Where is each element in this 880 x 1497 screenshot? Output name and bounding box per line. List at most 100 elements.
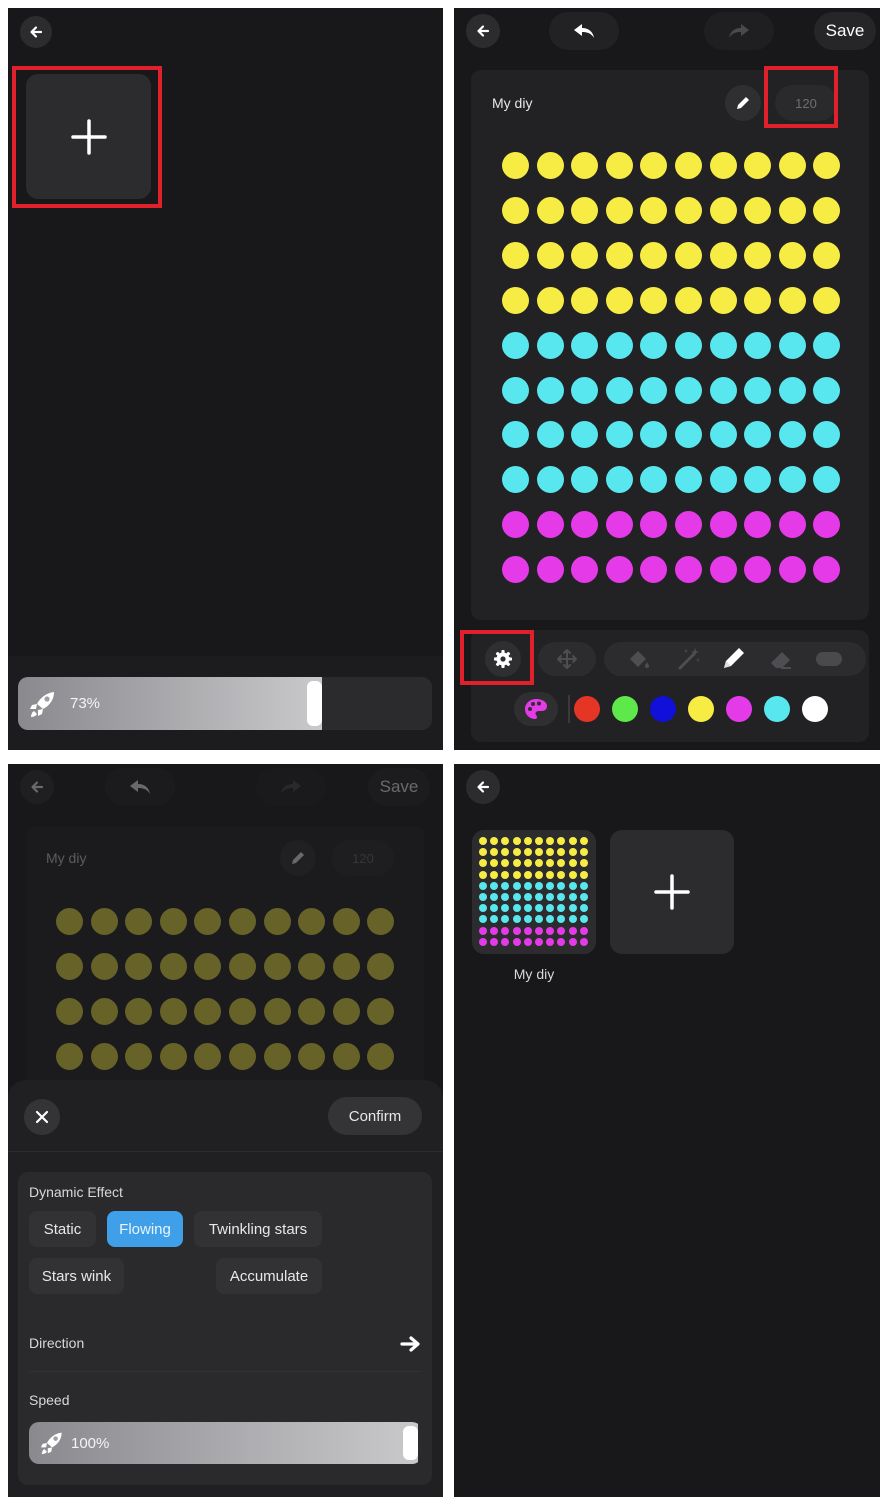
close-button[interactable] <box>24 1099 60 1135</box>
led-dot[interactable] <box>640 376 668 404</box>
paint-bucket-icon[interactable] <box>626 648 652 672</box>
speed-slider[interactable]: 73% <box>18 677 432 730</box>
led-dot[interactable] <box>605 466 633 494</box>
led-dot[interactable] <box>744 466 772 494</box>
led-dot[interactable] <box>778 152 806 179</box>
led-dot[interactable] <box>709 286 737 314</box>
led-dot[interactable] <box>675 331 702 359</box>
led-dot[interactable] <box>675 376 702 404</box>
led-dot[interactable] <box>709 466 737 494</box>
color-swatch[interactable] <box>650 696 676 722</box>
led-dot[interactable] <box>605 556 633 584</box>
led-dot[interactable] <box>571 196 599 224</box>
led-dot[interactable] <box>640 511 668 539</box>
led-dot[interactable] <box>571 376 599 404</box>
led-dot[interactable] <box>605 152 633 179</box>
confirm-button[interactable]: Confirm <box>328 1097 422 1135</box>
led-dot[interactable] <box>813 556 841 584</box>
led-dot[interactable] <box>778 286 806 314</box>
pencil-tool-icon[interactable] <box>720 644 748 672</box>
led-dot[interactable] <box>709 376 737 404</box>
color-swatch[interactable] <box>764 696 790 722</box>
led-dot[interactable] <box>744 511 772 539</box>
led-dot[interactable] <box>605 286 633 314</box>
led-dot[interactable] <box>778 241 806 269</box>
palette-button[interactable] <box>514 692 558 726</box>
led-dot[interactable] <box>640 466 668 494</box>
led-dot[interactable] <box>502 331 529 359</box>
back-button[interactable] <box>20 16 52 48</box>
led-dot[interactable] <box>502 152 529 179</box>
led-dot[interactable] <box>778 376 806 404</box>
add-pattern-tile[interactable] <box>610 830 734 954</box>
led-dot[interactable] <box>640 152 668 179</box>
magic-wand-icon[interactable] <box>676 646 702 672</box>
led-dot[interactable] <box>813 421 841 449</box>
effect-static[interactable]: Static <box>29 1211 96 1247</box>
led-dot[interactable] <box>605 421 633 449</box>
led-dot[interactable] <box>536 196 564 224</box>
led-dot[interactable] <box>571 556 599 584</box>
led-dot[interactable] <box>813 196 841 224</box>
effect-accumulate[interactable]: Accumulate <box>216 1258 322 1294</box>
led-dot[interactable] <box>778 556 806 584</box>
led-dot[interactable] <box>675 421 702 449</box>
led-dot[interactable] <box>813 511 841 539</box>
effect-twinkling-stars[interactable]: Twinkling stars <box>194 1211 322 1247</box>
led-dot[interactable] <box>778 421 806 449</box>
led-dot[interactable] <box>536 376 564 404</box>
led-dot[interactable] <box>709 241 737 269</box>
led-dot[interactable] <box>536 286 564 314</box>
led-dot[interactable] <box>709 152 737 179</box>
led-dot[interactable] <box>744 196 772 224</box>
led-dot[interactable] <box>813 286 841 314</box>
led-dot[interactable] <box>778 331 806 359</box>
speed-slider[interactable]: 100% <box>29 1422 422 1464</box>
led-dot[interactable] <box>675 466 702 494</box>
led-dot[interactable] <box>571 331 599 359</box>
led-dot[interactable] <box>571 466 599 494</box>
led-dot[interactable] <box>536 421 564 449</box>
color-swatch[interactable] <box>726 696 752 722</box>
led-dot[interactable] <box>744 152 772 179</box>
add-pattern-tile[interactable] <box>26 74 151 199</box>
led-dot[interactable] <box>813 466 841 494</box>
effect-flowing[interactable]: Flowing <box>107 1211 183 1247</box>
led-dot[interactable] <box>536 152 564 179</box>
led-dot[interactable] <box>709 196 737 224</box>
led-dot[interactable] <box>502 556 529 584</box>
led-dot[interactable] <box>778 511 806 539</box>
move-button[interactable] <box>538 642 596 676</box>
led-dot[interactable] <box>502 421 529 449</box>
led-dot[interactable] <box>502 196 529 224</box>
eraser-icon[interactable] <box>767 646 795 672</box>
led-dot[interactable] <box>778 466 806 494</box>
led-dot[interactable] <box>605 376 633 404</box>
led-dot[interactable] <box>675 511 702 539</box>
led-dot[interactable] <box>536 466 564 494</box>
led-dot[interactable] <box>536 241 564 269</box>
led-dot[interactable] <box>571 286 599 314</box>
speed-slider-knob[interactable] <box>307 681 323 726</box>
led-dot[interactable] <box>605 241 633 269</box>
led-dot[interactable] <box>709 511 737 539</box>
led-dot[interactable] <box>709 331 737 359</box>
led-dot[interactable] <box>502 466 529 494</box>
led-dot[interactable] <box>675 286 702 314</box>
led-dot[interactable] <box>778 196 806 224</box>
led-dot[interactable] <box>605 511 633 539</box>
led-dot[interactable] <box>536 556 564 584</box>
led-dot[interactable] <box>744 241 772 269</box>
led-dot[interactable] <box>813 331 841 359</box>
led-dot[interactable] <box>536 511 564 539</box>
led-dot[interactable] <box>571 421 599 449</box>
led-dot[interactable] <box>744 331 772 359</box>
led-dot[interactable] <box>813 152 841 179</box>
pattern-thumbnail[interactable] <box>472 830 596 954</box>
led-dot[interactable] <box>640 241 668 269</box>
led-dot[interactable] <box>502 241 529 269</box>
led-dot[interactable] <box>675 556 702 584</box>
led-dot[interactable] <box>502 511 529 539</box>
led-dot[interactable] <box>813 376 841 404</box>
back-button[interactable] <box>466 770 500 804</box>
